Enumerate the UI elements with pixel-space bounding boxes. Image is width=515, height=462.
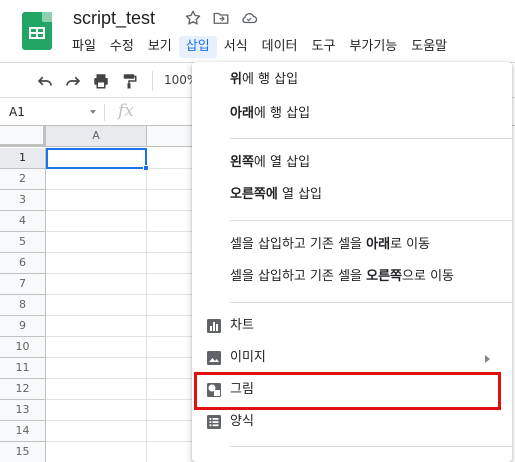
fx-icon: fx [118, 101, 134, 121]
column-header[interactable] [147, 126, 195, 147]
menu-tools[interactable]: 도구 [305, 36, 343, 58]
toolbar-divider [152, 71, 153, 91]
menu-insert-cells-shift-right[interactable]: 셀을 삽입하고 기존 셀을 오른쪽으로 이동 [192, 261, 512, 293]
cell[interactable] [147, 274, 195, 295]
form-icon [207, 415, 221, 429]
cell[interactable] [46, 253, 147, 274]
menu-edit[interactable]: 수정 [103, 36, 141, 58]
cell[interactable] [46, 190, 147, 211]
menu-insert-column-right[interactable]: 오른쪽에 열 삽입 [192, 179, 512, 211]
menu-divider [230, 138, 512, 139]
cell[interactable] [46, 421, 147, 442]
cell[interactable] [46, 211, 147, 232]
row-header[interactable]: 2 [0, 169, 46, 190]
row-header[interactable]: 15 [0, 442, 46, 462]
row-header[interactable]: 1 [0, 148, 46, 169]
menu-divider [230, 446, 512, 447]
selected-cell[interactable] [46, 148, 147, 169]
row-header[interactable]: 3 [0, 190, 46, 211]
cell[interactable] [147, 442, 195, 462]
cell[interactable] [46, 400, 147, 421]
formula-divider [104, 104, 105, 121]
menu-view[interactable]: 보기 [141, 36, 179, 58]
name-box-dropdown-icon[interactable] [90, 110, 96, 114]
menu-insert-column-left[interactable]: 왼쪽에 열 삽입 [192, 147, 512, 179]
fill-handle[interactable] [143, 165, 149, 171]
image-icon [207, 351, 221, 365]
row-header[interactable]: 5 [0, 232, 46, 253]
redo-icon[interactable] [64, 72, 82, 90]
star-icon[interactable] [184, 9, 202, 27]
row-header[interactable]: 14 [0, 421, 46, 442]
menu-insert-form[interactable]: 양식 [192, 406, 512, 438]
sheets-logo-icon[interactable] [22, 12, 52, 50]
menu-insert-cells-shift-down[interactable]: 셀을 삽입하고 기존 셀을 아래로 이동 [192, 229, 512, 261]
row-header[interactable]: 6 [0, 253, 46, 274]
cell[interactable] [147, 148, 195, 169]
cell[interactable] [46, 295, 147, 316]
cell[interactable] [46, 316, 147, 337]
cell[interactable] [147, 379, 195, 400]
menu-insert-row-below[interactable]: 아래에 행 삽입 [192, 98, 512, 130]
print-icon[interactable] [92, 72, 110, 90]
cell[interactable] [147, 400, 195, 421]
row-header[interactable]: 7 [0, 274, 46, 295]
cell[interactable] [147, 253, 195, 274]
row-header[interactable]: 9 [0, 316, 46, 337]
cell[interactable] [147, 337, 195, 358]
cell[interactable] [46, 274, 147, 295]
menu-help[interactable]: 도움말 [404, 36, 454, 58]
menu-format[interactable]: 서식 [217, 36, 255, 58]
highlight-box [194, 372, 501, 410]
cell[interactable] [147, 421, 195, 442]
row-header[interactable]: 4 [0, 211, 46, 232]
menu-addons[interactable]: 부가기능 [342, 36, 404, 58]
cell[interactable] [46, 379, 147, 400]
row-header[interactable]: 13 [0, 400, 46, 421]
cell[interactable] [147, 190, 195, 211]
move-to-folder-icon[interactable] [212, 9, 230, 27]
row-header[interactable]: 8 [0, 295, 46, 316]
row-header[interactable]: 11 [0, 358, 46, 379]
column-header[interactable]: A [46, 126, 147, 147]
cloud-status-icon[interactable] [240, 9, 258, 27]
select-all-corner[interactable] [0, 126, 46, 147]
menu-bar: 파일 수정 보기 삽입 서식 데이터 도구 부가기능 도움말 [65, 36, 454, 58]
name-box[interactable]: A1 [9, 105, 25, 119]
undo-icon[interactable] [36, 72, 54, 90]
submenu-arrow-icon [485, 355, 490, 363]
cell[interactable] [147, 358, 195, 379]
cell[interactable] [147, 295, 195, 316]
menu-insert-image[interactable]: 이미지 [192, 342, 512, 374]
cell[interactable] [46, 337, 147, 358]
cell[interactable] [147, 316, 195, 337]
cell[interactable] [147, 232, 195, 253]
menu-insert[interactable]: 삽입 [178, 36, 217, 58]
cell[interactable] [147, 211, 195, 232]
menu-divider [230, 302, 512, 303]
paint-format-icon[interactable] [120, 72, 138, 90]
cell[interactable] [46, 358, 147, 379]
menu-insert-chart[interactable]: 차트 [192, 310, 512, 342]
cell[interactable] [147, 169, 195, 190]
cell[interactable] [46, 442, 147, 462]
menu-divider [230, 220, 512, 221]
cell[interactable] [46, 169, 147, 190]
cell[interactable] [46, 232, 147, 253]
row-header[interactable]: 12 [0, 379, 46, 400]
menu-file[interactable]: 파일 [65, 36, 103, 58]
menu-data[interactable]: 데이터 [255, 36, 305, 58]
chart-icon [207, 319, 221, 333]
row-header[interactable]: 10 [0, 337, 46, 358]
document-title[interactable]: script_test [73, 8, 155, 29]
menu-insert-row-above[interactable]: 위에 행 삽입 [192, 64, 512, 96]
